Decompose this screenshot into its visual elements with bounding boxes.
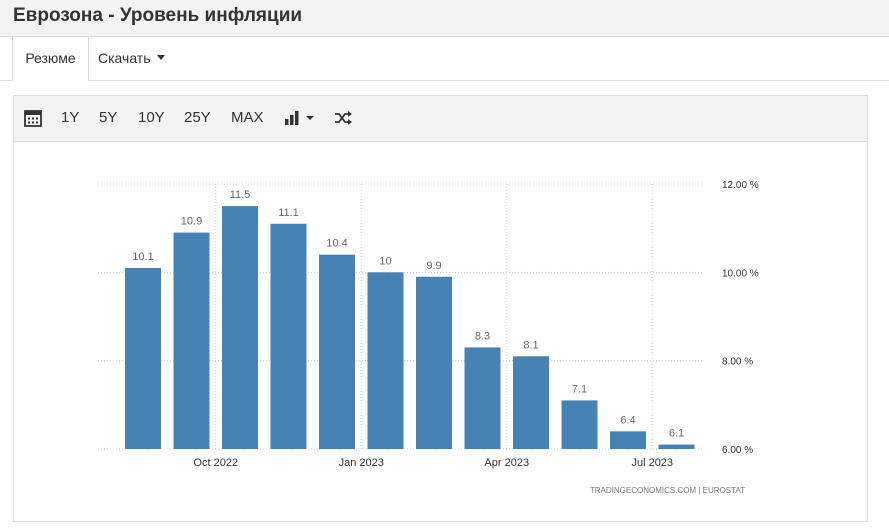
bar-data-label: 6.1 — [669, 428, 684, 440]
title-bar: Еврозона - Уровень инфляции — [0, 0, 889, 37]
chart-toolbar: 1Y 5Y 10Y 25Y MAX — [14, 96, 867, 142]
x-tick-label: Apr 2023 — [484, 457, 529, 469]
bar-data-label: 9.9 — [426, 260, 441, 272]
bar — [513, 356, 549, 449]
bars-layer — [125, 206, 695, 449]
bar — [125, 267, 161, 449]
y-tick-label: 12.00 % — [722, 180, 759, 191]
bar — [561, 400, 598, 449]
range-25y-button[interactable]: 25Y — [184, 108, 211, 128]
bar — [222, 206, 258, 449]
inflation-bar-chart: 10.1 10.9 11.5 11.1 10.4 10 9.9 8.3 8.1 7.1 6.4 6.1… — [98, 180, 759, 495]
tab-bar: Резюме Скачать — [0, 37, 889, 82]
tab-summary[interactable]: Резюме — [12, 37, 89, 82]
tab-download-label: Скачать — [98, 50, 151, 66]
bar — [319, 254, 355, 449]
chart-panel: 1Y 5Y 10Y 25Y MAX 10.1 10.9 11.5 11.1 10… — [13, 95, 868, 522]
range-max-button[interactable]: MAX — [231, 108, 264, 128]
y-tick-label: 6.00 % — [722, 445, 753, 456]
caret-down-icon — [156, 54, 165, 60]
bar-data-label: 10.4 — [326, 238, 347, 250]
range-1y-button[interactable]: 1Y — [61, 108, 79, 128]
shuffle-icon-svg — [335, 111, 352, 125]
bar — [464, 347, 501, 449]
x-tick-label: Jan 2023 — [339, 457, 384, 469]
bar-data-label: 6.4 — [620, 414, 635, 426]
page-title: Еврозона - Уровень инфляции — [13, 5, 303, 26]
bar — [270, 223, 307, 449]
bar — [367, 272, 404, 449]
range-10y-button[interactable]: 10Y — [138, 108, 165, 128]
bar — [173, 232, 210, 449]
tab-download[interactable]: Скачать — [98, 37, 165, 80]
shuffle-icon[interactable] — [334, 110, 352, 130]
calendar-icon[interactable] — [24, 109, 42, 129]
bar-data-label: 10 — [379, 255, 391, 267]
bar-chart-icon[interactable] — [284, 110, 318, 130]
y-tick-label: 8.00 % — [722, 357, 753, 368]
chart-area: 10.1 10.9 11.5 11.1 10.4 10 9.9 8.3 8.1 7.1 6.4 6.1… — [14, 142, 867, 520]
calendar-icon-svg — [24, 110, 42, 127]
bar-data-label: 8.1 — [523, 339, 538, 351]
bar-chart-icon-svg — [285, 111, 314, 125]
x-tick-label: Jul 2023 — [631, 457, 673, 469]
bar-data-label: 10.1 — [132, 251, 153, 263]
bar-data-label: 11.5 — [230, 189, 251, 201]
bar — [416, 276, 452, 449]
bar — [610, 431, 646, 449]
source-credit: TRADINGECONOMICS.COM | EUROSTAT — [590, 486, 745, 495]
bar — [658, 444, 695, 449]
bar-data-label: 7.1 — [572, 383, 587, 395]
bar-data-label: 10.9 — [181, 216, 202, 228]
y-tick-label: 10.00 % — [722, 268, 759, 279]
bar-data-label: 8.3 — [475, 330, 490, 342]
bar-data-label: 11.1 — [278, 207, 299, 219]
labels-layer: 10.1 10.9 11.5 11.1 10.4 10 9.9 8.3 8.1 7.1 6.4 6.1 — [132, 189, 684, 440]
range-5y-button[interactable]: 5Y — [99, 108, 117, 128]
x-tick-label: Oct 2022 — [193, 457, 238, 469]
